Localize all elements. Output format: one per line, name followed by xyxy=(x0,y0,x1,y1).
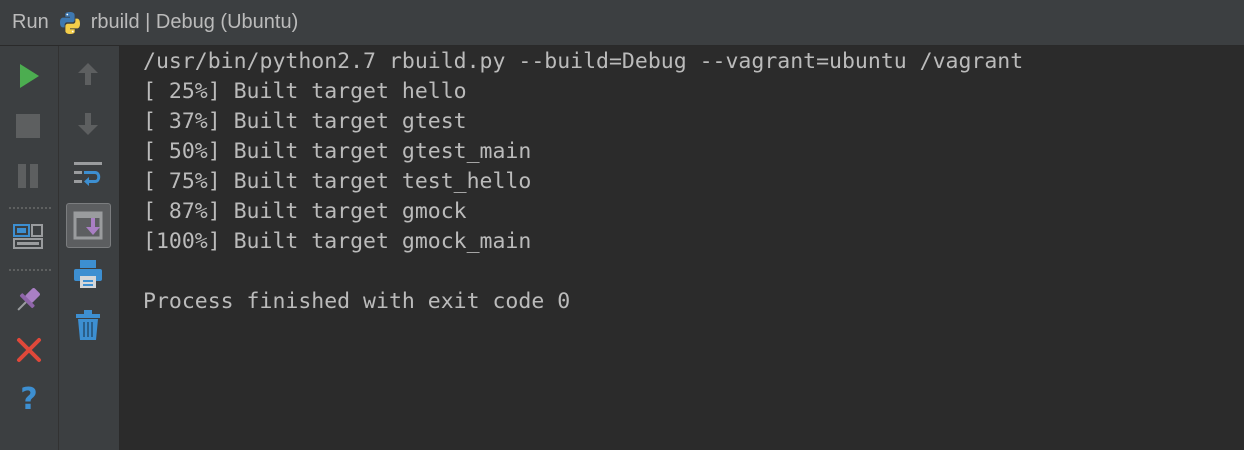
restore-layout-button[interactable] xyxy=(10,219,46,255)
pin-icon xyxy=(12,284,44,316)
console-line: [ 87%] Built target gmock xyxy=(143,199,467,224)
run-configuration-title: rbuild | Debug (Ubuntu) xyxy=(90,11,299,33)
pause-icon xyxy=(16,163,40,189)
toolbar-separator xyxy=(9,269,51,271)
toolbar-separator xyxy=(9,207,51,209)
run-label: Run xyxy=(12,11,49,33)
console-actions-toolbar xyxy=(59,46,120,450)
stop-button[interactable] xyxy=(10,108,46,144)
console-line: [100%] Built target gmock_main xyxy=(143,229,532,254)
layout-icon xyxy=(13,223,43,251)
pause-button[interactable] xyxy=(10,158,46,194)
run-tool-window-header: Run rbuild | Debug (Ubuntu) xyxy=(0,0,1244,46)
play-icon xyxy=(16,62,42,90)
arrow-up-icon xyxy=(76,61,100,87)
previous-occurrence-button[interactable] xyxy=(70,56,106,92)
clear-all-button[interactable] xyxy=(70,307,106,343)
run-actions-toolbar: ? xyxy=(0,46,59,450)
console-exit-line: Process finished with exit code 0 xyxy=(143,289,571,314)
pin-tab-button[interactable] xyxy=(10,282,46,318)
close-icon xyxy=(16,337,42,363)
scroll-to-end-toggle[interactable] xyxy=(66,203,111,248)
rerun-button[interactable] xyxy=(11,58,47,94)
arrow-down-icon xyxy=(76,111,100,137)
soft-wrap-button[interactable] xyxy=(70,156,106,192)
print-icon xyxy=(73,259,103,289)
help-icon: ? xyxy=(20,382,38,417)
soft-wrap-icon xyxy=(73,159,103,189)
console-command-line: /usr/bin/python2.7 rbuild.py --build=Deb… xyxy=(143,49,1024,74)
console-output[interactable]: /usr/bin/python2.7 rbuild.py --build=Deb… xyxy=(120,46,1244,450)
console-line: [ 75%] Built target test_hello xyxy=(143,169,532,194)
console-line: [ 50%] Built target gtest_main xyxy=(143,139,532,164)
help-button[interactable]: ? xyxy=(11,382,47,418)
trash-icon xyxy=(74,309,102,341)
scroll-to-end-icon xyxy=(73,210,105,242)
python-icon xyxy=(57,10,83,36)
console-line: [ 37%] Built target gtest xyxy=(143,109,467,134)
print-button[interactable] xyxy=(70,256,106,292)
next-occurrence-button[interactable] xyxy=(70,106,106,142)
console-line: [ 25%] Built target hello xyxy=(143,79,467,104)
stop-icon xyxy=(15,113,41,139)
close-button[interactable] xyxy=(11,332,47,368)
